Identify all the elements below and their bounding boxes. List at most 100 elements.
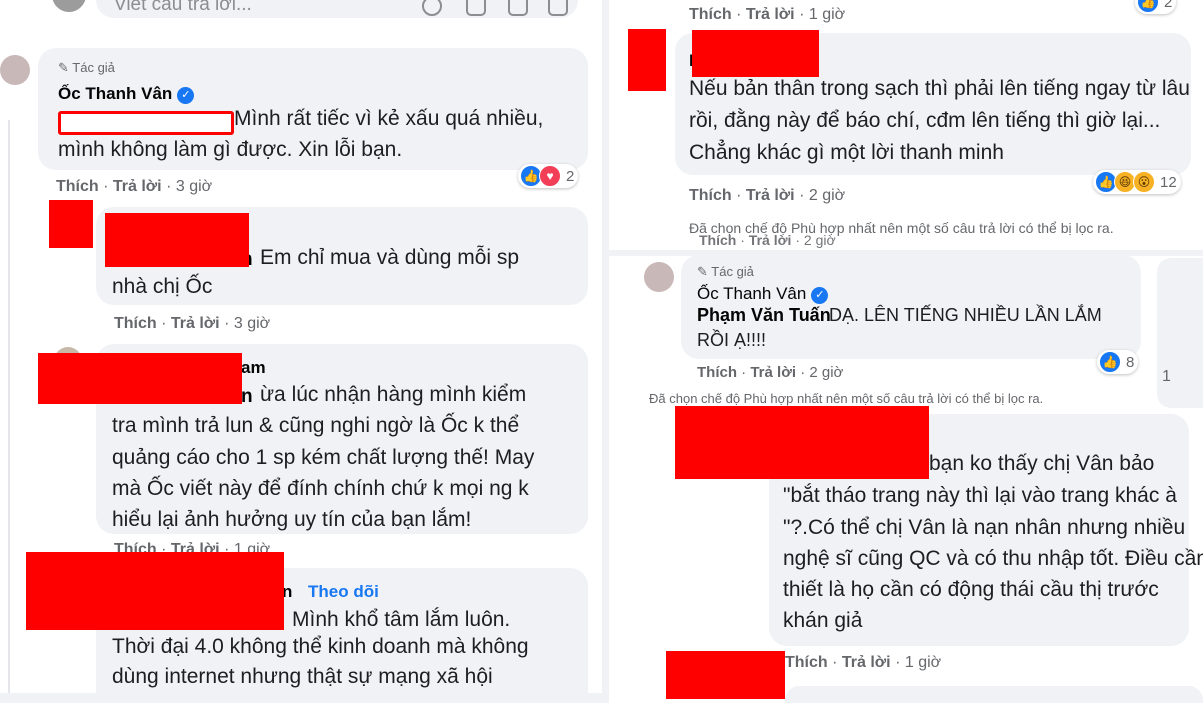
- comment-text-line: "bắt tháo trang này thì lại vào trang kh…: [783, 484, 1177, 507]
- redacted-name: [38, 353, 242, 404]
- comment-text-line: ừa lúc nhận hàng mình kiểm: [260, 383, 527, 406]
- like-link[interactable]: Thích: [56, 178, 99, 195]
- comment-time: 2 giờ: [803, 232, 836, 248]
- comment-text-line: "?.Có thể chị Vân là nạn nhân nhưng nhiề…: [783, 516, 1186, 539]
- verified-badge-icon: ✓: [177, 87, 195, 104]
- comment-text-line: mình không làm gì được. Xin lỗi bạn.: [58, 138, 403, 161]
- like-link[interactable]: Thích: [699, 232, 736, 248]
- comment-time: 2 giờ: [808, 187, 846, 204]
- redacted-name: [692, 30, 819, 77]
- comment-text-line: khán giả: [783, 609, 863, 632]
- comment-actions: Thích · Trả lời · 1 giờ: [785, 654, 942, 671]
- comment-time: 3 giờ: [175, 178, 213, 195]
- comment-time: 2 giờ: [809, 364, 844, 381]
- comment-text-line: Mình rất tiếc vì kẻ xấu quá nhiều,: [234, 107, 544, 130]
- reaction-summary[interactable]: 👍 ♥ 2: [518, 164, 579, 188]
- redacted-name: [675, 406, 929, 479]
- comment-text-line: Nếu bản thân trong sạch thì phải lên tiế…: [689, 77, 1190, 100]
- comment-actions: Thích · Trả lời · 1 giờ: [689, 6, 846, 23]
- redacted-avatar: [628, 29, 666, 91]
- panel-divider: [602, 0, 609, 703]
- camera-icon[interactable]: [466, 0, 486, 16]
- commenter-name-suffix: am: [241, 358, 266, 377]
- comment-author-name[interactable]: Ốc Thanh Vân ✓: [697, 284, 829, 304]
- love-reaction-icon: ♥: [539, 165, 561, 187]
- comment-text-line: bạn ko thấy chị Vân bảo: [929, 452, 1155, 475]
- like-reaction-icon: 👍: [1099, 351, 1121, 373]
- thread-line: [8, 120, 10, 700]
- comment-text-line: Chẳng khác gì một lời thanh minh: [689, 141, 1004, 164]
- side-count: 1: [1162, 368, 1171, 385]
- author-badge: ✎ Tác giả: [697, 264, 754, 279]
- author-badge: ✎ Tác giả: [58, 60, 115, 75]
- reply-link[interactable]: Trả lời: [746, 6, 795, 23]
- reply-link[interactable]: Trả lời: [750, 364, 796, 381]
- comment-actions: Thích · Trả lời · 3 giờ: [114, 315, 271, 332]
- sticker-icon[interactable]: [548, 0, 568, 16]
- redacted-avatar: [49, 200, 93, 248]
- reaction-summary[interactable]: 👍 2: [1135, 0, 1177, 14]
- comment-time: 3 giờ: [233, 315, 271, 332]
- reaction-count: 2: [1164, 0, 1173, 11]
- comment-time: 1 giờ: [808, 6, 846, 23]
- like-link[interactable]: Thích: [689, 6, 732, 23]
- current-user-avatar: [52, 0, 86, 12]
- emoji-icon[interactable]: [422, 0, 442, 16]
- wow-reaction-icon: 😮: [1133, 171, 1155, 193]
- redacted-mention: [58, 111, 234, 135]
- verified-badge-icon: ✓: [811, 287, 829, 304]
- comment-actions: Thích · Trả lời · 3 giờ: [56, 178, 213, 195]
- redacted-avatar: [666, 651, 785, 699]
- comment-text-line: quảng cáo cho 1 sp kém chất lượng thế! M…: [112, 446, 535, 469]
- author-avatar[interactable]: [644, 262, 674, 292]
- comment-text-line: nhà chị Ốc: [112, 275, 213, 298]
- comment-text-line: Thời đại 4.0 không thể kinh doanh mà khô…: [112, 635, 529, 658]
- reply-link[interactable]: Trả lời: [171, 315, 220, 332]
- comment-text-line: RỒI Ạ!!!!: [697, 330, 767, 350]
- comment-text-line: hiểu lại ảnh hưởng uy tín của bạn lắm!: [112, 508, 472, 531]
- reply-link[interactable]: Trả lời: [113, 178, 162, 195]
- like-link[interactable]: Thích: [697, 364, 737, 381]
- gif-icon[interactable]: [508, 0, 528, 16]
- reaction-count: 12: [1160, 173, 1177, 191]
- right-screenshot: Thích · Trả lời · 1 giờ 👍 2 P Nếu bản th…: [609, 0, 1203, 703]
- comment-text-line: DẠ. LÊN TIẾNG NHIỀU LẦN LẮM: [829, 305, 1102, 325]
- like-link[interactable]: Thích: [689, 187, 732, 204]
- filter-notice: Đã chọn chế độ Phù hợp nhất nên một số c…: [649, 391, 1044, 406]
- reply-input[interactable]: Viết câu trả lời...: [96, 0, 578, 18]
- redacted-name: [105, 213, 249, 267]
- like-link[interactable]: Thích: [785, 654, 828, 671]
- comment-text-line: mà Ốc viết này để đính chính chứ k mọi n…: [112, 477, 529, 500]
- tagged-user[interactable]: Phạm Văn Tuấn: [697, 305, 831, 326]
- reply-input-placeholder: Viết câu trả lời...: [114, 0, 252, 15]
- comment-time: 1 giờ: [904, 654, 942, 671]
- reaction-count: 8: [1126, 353, 1135, 371]
- redacted-name: [26, 552, 284, 630]
- comment-actions-overlap: Thích · Trả lời · 2 giờ: [699, 232, 836, 248]
- like-reaction-icon: 👍: [1137, 0, 1159, 13]
- like-link[interactable]: Thích: [114, 315, 157, 332]
- reply-link[interactable]: Trả lời: [749, 232, 792, 248]
- comment-text-line: nghệ sĩ cũng QC và có thu nhập tốt. Điều…: [783, 547, 1203, 570]
- comment-bubble: ✎ Tác giả Ốc Thanh Vân ✓ Phạm Văn Tuấn DẠ…: [681, 255, 1141, 359]
- comment-actions: Thích · Trả lời · 2 giờ: [697, 364, 844, 381]
- comment-text-line: dùng internet nhưng thật sự mạng xã hội: [112, 665, 493, 688]
- reaction-summary[interactable]: 👍 8: [1097, 350, 1139, 374]
- bottom-divider: [0, 693, 602, 703]
- follow-link[interactable]: Theo dõi: [308, 582, 379, 602]
- comment-author-name[interactable]: Ốc Thanh Vân ✓: [58, 84, 195, 104]
- bottom-bubble-edge: [785, 686, 1203, 703]
- mention-suffix: n: [241, 386, 253, 407]
- reply-link[interactable]: Trả lời: [842, 654, 891, 671]
- comment-text-line: Em chỉ mua và dùng mỗi sp: [260, 246, 520, 269]
- comment-actions: Thích · Trả lời · 2 giờ: [689, 187, 846, 204]
- comment-text-line: thiết là họ cần có động thái cầu thị trư…: [783, 578, 1159, 601]
- author-avatar[interactable]: [0, 55, 30, 85]
- reaction-count: 2: [566, 167, 575, 185]
- reply-link[interactable]: Trả lời: [746, 187, 795, 204]
- comment-text-line: rồi, đằng này để báo chí, cđm lên tiếng …: [689, 109, 1161, 132]
- reaction-summary[interactable]: 👍 😆 😮 12: [1093, 170, 1181, 194]
- comment-text-line: tra mình trả lun & cũng nghi ngờ là Ốc k…: [112, 414, 520, 437]
- comment-bubble: ✎ Tác giả Ốc Thanh Vân ✓ Mình rất tiếc vì…: [38, 48, 588, 170]
- left-screenshot: Viết câu trả lời... ✎ Tác giả Ốc Thanh V…: [0, 0, 602, 703]
